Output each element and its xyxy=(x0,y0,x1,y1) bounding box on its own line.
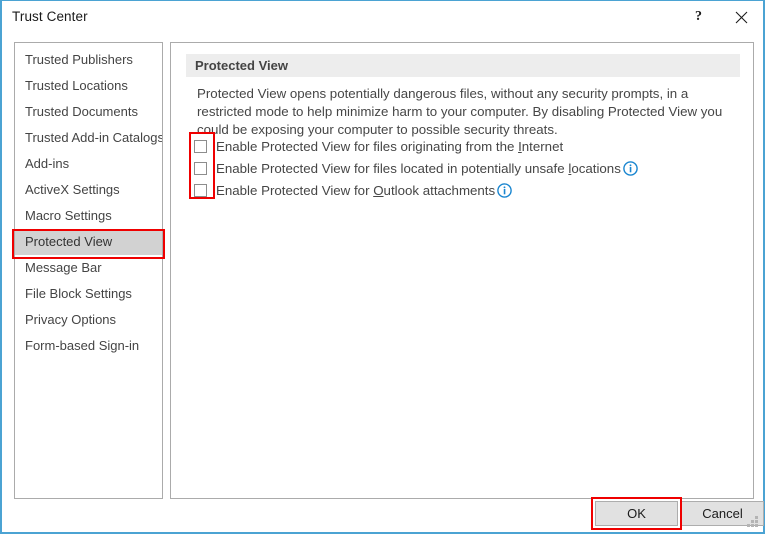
sidebar-item-label: Trusted Locations xyxy=(25,78,128,93)
sidebar-item-label: Trusted Add-in Catalogs xyxy=(25,130,163,145)
checkbox-row-internet[interactable]: Enable Protected View for files originat… xyxy=(194,135,734,157)
sidebar-item-label: Trusted Documents xyxy=(25,104,138,119)
ok-button[interactable]: OK xyxy=(595,501,678,526)
sidebar-item-privacy-options[interactable]: Privacy Options xyxy=(15,307,162,333)
info-icon[interactable] xyxy=(497,182,512,198)
protected-view-checkbox-group: Enable Protected View for files originat… xyxy=(194,135,734,201)
sidebar-item-label: Add-ins xyxy=(25,156,70,171)
sidebar-item-label: File Block Settings xyxy=(25,286,132,301)
sidebar-item-trusted-publishers[interactable]: Trusted Publishers xyxy=(15,47,162,73)
resize-grip[interactable] xyxy=(747,516,758,527)
sidebar-item-trusted-documents[interactable]: Trusted Documents xyxy=(15,99,162,125)
sidebar-item-form-based-sign-in[interactable]: Form-based Sign-in xyxy=(15,333,162,359)
section-header: Protected View xyxy=(186,54,740,77)
checkbox-label-unsafe-locations: Enable Protected View for files located … xyxy=(216,160,621,176)
sidebar-item-label: Form-based Sign-in xyxy=(25,338,140,353)
sidebar-item-label: Trusted Publishers xyxy=(25,52,133,67)
sidebar-item-activex-settings[interactable]: ActiveX Settings xyxy=(15,177,162,203)
section-description: Protected View opens potentially dangero… xyxy=(197,86,723,137)
close-button[interactable] xyxy=(720,1,763,33)
sidebar-item-trusted-add-in-catalogs[interactable]: Trusted Add-in Catalogs xyxy=(15,125,162,151)
window-title: Trust Center xyxy=(12,9,88,24)
sidebar-item-file-block-settings[interactable]: File Block Settings xyxy=(15,281,162,307)
checkbox-row-outlook-attachments[interactable]: Enable Protected View for Outlook attach… xyxy=(194,179,734,201)
checkbox-unsafe-locations[interactable] xyxy=(194,161,207,175)
title-bar-buttons: ? xyxy=(677,1,763,33)
checkbox-internet[interactable] xyxy=(194,139,207,153)
help-button[interactable]: ? xyxy=(677,1,720,33)
checkbox-row-unsafe-locations[interactable]: Enable Protected View for files located … xyxy=(194,157,734,179)
info-icon[interactable] xyxy=(623,160,638,176)
close-icon xyxy=(735,11,748,24)
category-sidebar[interactable]: Trusted Publishers Trusted Locations Tru… xyxy=(14,42,163,499)
question-mark-icon: ? xyxy=(695,9,702,24)
checkbox-label-outlook-attachments: Enable Protected View for Outlook attach… xyxy=(216,182,496,198)
checkbox-label-internet: Enable Protected View for files originat… xyxy=(216,138,564,154)
title-bar: Trust Center ? xyxy=(2,1,763,33)
checkbox-outlook-attachments[interactable] xyxy=(194,183,207,197)
trust-center-dialog: Trust Center ? Trusted Publishers Truste… xyxy=(0,0,765,534)
sidebar-item-protected-view[interactable]: Protected View xyxy=(15,229,162,255)
sidebar-item-label: Message Bar xyxy=(25,260,102,275)
sidebar-item-label: Macro Settings xyxy=(25,208,112,223)
sidebar-item-macro-settings[interactable]: Macro Settings xyxy=(15,203,162,229)
sidebar-item-trusted-locations[interactable]: Trusted Locations xyxy=(15,73,162,99)
sidebar-item-label: ActiveX Settings xyxy=(25,182,120,197)
settings-panel: Protected View Protected View opens pote… xyxy=(170,42,754,499)
sidebar-item-add-ins[interactable]: Add-ins xyxy=(15,151,162,177)
sidebar-item-label: Privacy Options xyxy=(25,312,117,327)
sidebar-item-label: Protected View xyxy=(25,234,113,249)
sidebar-item-message-bar[interactable]: Message Bar xyxy=(15,255,162,281)
